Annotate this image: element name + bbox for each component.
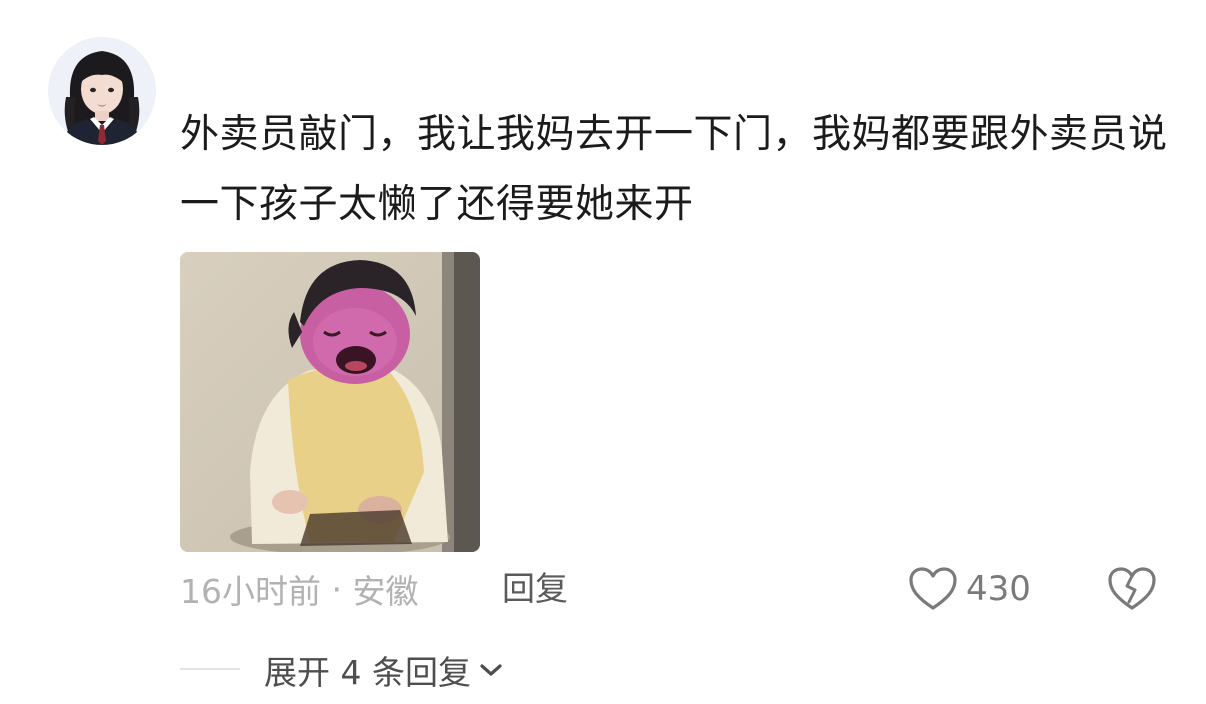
avatar[interactable]: [48, 37, 156, 145]
comment-text: 外卖员敲门，我让我妈去开一下门，我妈都要跟外卖员说一下孩子太懒了还得要她来开: [180, 112, 1168, 227]
like-button[interactable]: 430: [908, 564, 1031, 614]
reply-button[interactable]: 回复: [502, 566, 568, 612]
expand-replies-label: 展开 4 条回复: [264, 653, 471, 692]
comment-location: 安徽: [352, 572, 419, 611]
chevron-down-icon: [480, 664, 502, 676]
meta-separator: ·: [321, 569, 353, 609]
expand-divider: [180, 668, 240, 670]
broken-heart-icon: [1108, 567, 1156, 610]
expand-replies-button[interactable]: 展开 4 条回复: [264, 648, 503, 692]
heart-outline-icon: [909, 567, 957, 610]
dislike-button[interactable]: [1107, 564, 1157, 614]
comment-meta: 16小时前 · 安徽: [180, 566, 418, 612]
like-count: 430: [966, 569, 1031, 609]
comment-time: 16小时前: [180, 572, 321, 611]
comment-sticker-image[interactable]: [180, 252, 480, 552]
crying-child-sticker: [180, 252, 480, 552]
avatar-image: [48, 37, 156, 145]
comment-item: 外卖员敲门，我让我妈去开一下门，我妈都要跟外卖员说一下孩子太懒了还得要她来开 1…: [0, 0, 1206, 704]
